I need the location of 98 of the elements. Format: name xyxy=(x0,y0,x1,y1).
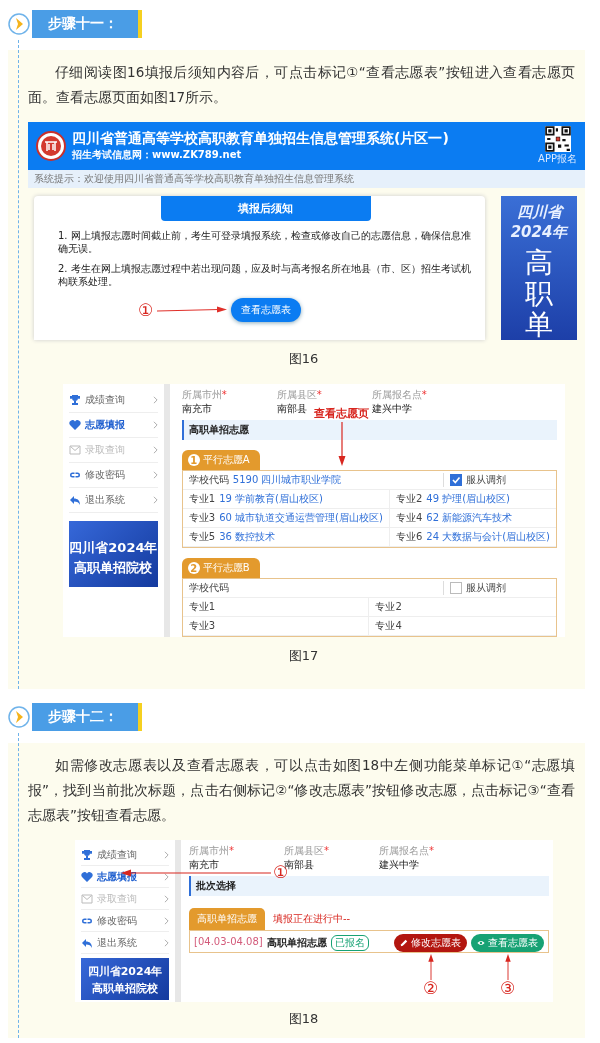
chevron-icon xyxy=(152,471,158,480)
arrow-icon xyxy=(157,306,228,314)
table-cell: 学校代码 xyxy=(188,581,229,596)
menu-item[interactable]: 修改密码 xyxy=(81,910,169,933)
chevron-icon xyxy=(164,938,169,947)
checkbox-label: 服从调剂 xyxy=(466,473,506,488)
status-text: 填报正在进行中-- xyxy=(273,912,351,927)
number-badge: 1 xyxy=(187,454,200,467)
system-tip: 系统提示：欢迎使用四川省普通高等学校高职教育单独招生信息管理系统 xyxy=(28,170,585,188)
field-value: 建兴中学 xyxy=(371,402,412,417)
emblem-icon xyxy=(36,131,66,161)
chevron-icon xyxy=(8,706,30,729)
field-label: 所属县区* xyxy=(276,388,322,403)
chevron-icon xyxy=(164,850,169,859)
heart-icon xyxy=(69,419,81,432)
table-cell: 专业3 60 城市轨道交通运营管理(眉山校区) xyxy=(182,509,390,529)
group-title: 平行志愿B xyxy=(202,561,250,576)
step-title: 步骤十二： xyxy=(32,703,142,732)
arrow-icon xyxy=(503,954,512,981)
table-cell: 专业2 xyxy=(369,598,556,618)
marker-label: ① xyxy=(138,301,154,319)
pencil-icon xyxy=(400,939,408,948)
table-cell: 专业3 xyxy=(182,617,370,637)
edit-form-button[interactable]: 修改志愿表 xyxy=(394,934,467,953)
checkbox[interactable] xyxy=(450,582,462,595)
notice-item: 1. 网上填报志愿时间截止前，考生可登录填报系统，检查或修改自己的志愿信息，确保信息准确无误。 xyxy=(58,229,472,255)
banner-text: 四川省2024年 xyxy=(87,964,163,980)
view-form-button[interactable]: 查看志愿表 xyxy=(231,298,302,322)
table-cell: 学校代码 5190 四川城市职业学院 xyxy=(188,473,342,488)
figure-caption: 图16 xyxy=(287,350,320,369)
table-cell: 专业2 49 护理(眉山校区) xyxy=(389,490,556,510)
chevron-icon xyxy=(152,396,158,405)
marker-label: ② xyxy=(422,980,439,998)
eye-icon xyxy=(477,939,485,948)
arrow-icon xyxy=(337,422,346,467)
banner-text: 四川省 xyxy=(516,202,562,222)
field-value: 南部县 xyxy=(276,402,307,417)
chevron-icon xyxy=(164,894,169,903)
chevron-icon xyxy=(152,496,158,505)
trophy-icon xyxy=(69,394,81,407)
field-label: 所属市州* xyxy=(181,388,227,403)
field-value: 南充市 xyxy=(181,402,212,417)
banner-text: 四川省2024年 xyxy=(69,539,158,558)
field-label: 所属报名点* xyxy=(371,388,427,403)
table-cell: 专业4 xyxy=(369,617,556,637)
banner-text: 2024年 xyxy=(510,222,568,242)
group-title: 平行志愿A xyxy=(202,453,250,468)
field-value: 南充市 xyxy=(189,858,219,873)
website-label: 招生考试信息网：www.ZK789.net xyxy=(72,148,243,162)
menu-item[interactable]: 成绩查询 xyxy=(81,844,169,867)
trophy-icon xyxy=(81,848,93,861)
chevron-icon xyxy=(8,13,30,35)
banner-text: 高职单招院校 xyxy=(74,559,153,578)
qr-code-icon xyxy=(544,126,571,152)
heart-icon xyxy=(81,870,93,883)
notice-title: 填报后须知 xyxy=(160,196,371,221)
arrow-icon xyxy=(426,954,435,981)
chevron-icon xyxy=(164,916,169,925)
batch-name: 高职单招志愿 xyxy=(266,936,327,951)
annotation-label: 查看志愿页 xyxy=(313,406,369,422)
checkbox-label: 服从调剂 xyxy=(466,581,506,596)
instruction-paragraph: 仔细阅读图16填报后须知内容后，可点击标记①“查看志愿表”按钮进入查看志愿页面。查看志愿页面如图17所示。 xyxy=(28,63,576,107)
table-cell: 专业4 62 新能源汽车技术 xyxy=(389,509,556,529)
system-title: 四川省普通高等学校高职教育单独招生信息管理系统(片区一) xyxy=(72,130,450,148)
qr-label: APP报名 xyxy=(538,152,577,166)
field-label: 所属报名点* xyxy=(379,844,434,859)
banner-text: 高职单 xyxy=(525,248,553,341)
marker-label: ③ xyxy=(499,980,516,998)
banner-text: 高职单招院校 xyxy=(92,981,158,997)
notice-item: 2. 考生在网上填报志愿过程中若出现问题，应及时与高考报名所在地县（市、区）招生考试机构联系处理。 xyxy=(58,262,472,288)
step-title: 步骤十一： xyxy=(32,10,142,38)
figure-caption: 图17 xyxy=(287,647,320,666)
menu-item[interactable]: 退出系统 xyxy=(81,932,169,955)
field-value: 建兴中学 xyxy=(379,858,419,873)
figure-caption: 图18 xyxy=(287,1010,320,1029)
chevron-icon xyxy=(152,421,158,430)
number-badge: 2 xyxy=(187,562,200,575)
menu-item[interactable]: 修改密码 xyxy=(69,463,158,489)
status-badge: 已报名 xyxy=(330,935,369,952)
table-cell: 专业1 19 学前教育(眉山校区) xyxy=(182,490,390,510)
envelope-icon xyxy=(81,892,93,905)
field-label: 所属市州* xyxy=(189,844,234,859)
menu-item[interactable]: 退出系统 xyxy=(69,488,158,514)
table-cell: 专业5 36 数控技术 xyxy=(182,528,390,548)
menu-item[interactable]: 成绩查询 xyxy=(69,388,158,414)
chevron-icon xyxy=(164,872,169,881)
envelope-icon xyxy=(69,444,81,457)
table-cell: 专业6 24 大数据与会计(眉山校区) xyxy=(389,528,556,548)
instruction-paragraph: 如需修改志愿表以及查看志愿表，可以点击如图18中左侧功能菜单标记①“志愿填报”，找到当前批次标题，点击右侧标记②“修改志愿表”按钮修改志愿，点击标记③“查看志愿表”按钮查看志愿。 xyxy=(28,756,576,826)
section-title: 高职单招志愿 xyxy=(181,420,557,441)
view-form-button[interactable]: 查看志愿表 xyxy=(471,934,544,953)
menu-item[interactable]: 志愿填报 xyxy=(69,413,158,439)
field-label: 所属县区* xyxy=(284,844,329,859)
chevron-icon xyxy=(152,446,158,455)
table-cell: 专业1 xyxy=(182,598,370,618)
back-arrow-icon xyxy=(69,494,81,507)
checkbox[interactable] xyxy=(450,474,462,487)
date-range: [04.03-04.08] xyxy=(194,934,263,948)
